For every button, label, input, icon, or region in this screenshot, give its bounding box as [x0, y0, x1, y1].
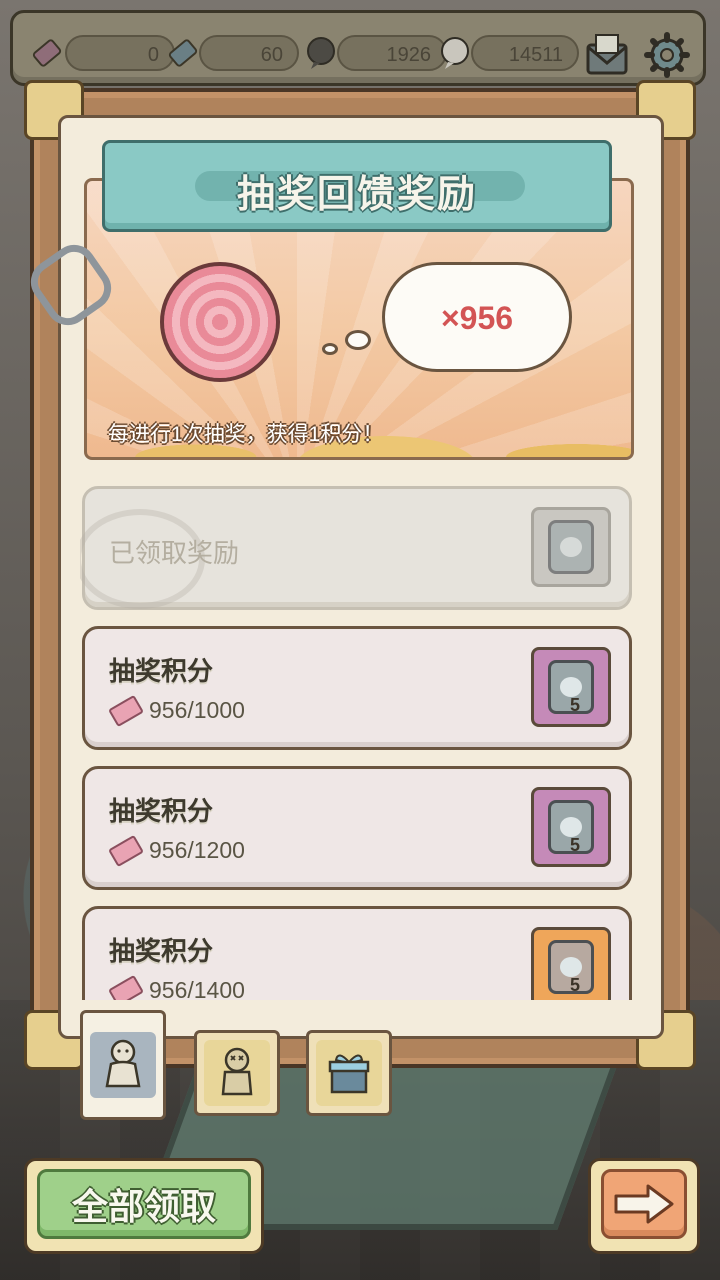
resource-pink-tickets: 0: [65, 35, 175, 71]
thought-bubble-dot: [322, 343, 338, 355]
reward-count: 5: [569, 695, 580, 715]
reward-card: 抽奖积分 956/1000 5: [82, 626, 632, 750]
reward-card: 抽奖积分 956/1200 5: [82, 766, 632, 890]
title-plate: 抽奖回馈奖励: [102, 140, 612, 232]
progress-text: 956/1400: [149, 977, 245, 1000]
gear-icon: [644, 32, 690, 78]
card-progress: 956/1400: [108, 974, 245, 1000]
reward-count: 5: [569, 835, 580, 855]
tab-voodoo-doll[interactable]: [80, 1010, 166, 1120]
resource-value: 14511: [508, 44, 563, 66]
page-title: 抽奖回馈奖励: [236, 174, 477, 216]
resource-value: 0: [147, 44, 159, 66]
reward-card: 抽奖积分 956/1400 5: [82, 906, 632, 1000]
lottery-wheel-icon: [160, 262, 280, 382]
tab-face: [316, 1040, 382, 1106]
claim-all-label: 全部领取: [37, 1169, 251, 1239]
banner-caption: 每进行1次抽奖，获得1积分！: [108, 423, 384, 446]
claim-all-button[interactable]: 全部领取: [24, 1158, 264, 1254]
ticket-icon: [108, 834, 144, 867]
resource-value: 60: [260, 44, 283, 66]
arrow-right-icon: [614, 1184, 674, 1224]
chest-icon: [548, 520, 594, 574]
progress-text: 956/1000: [149, 697, 245, 723]
grey-soul-icon: [435, 33, 475, 73]
mail-button[interactable]: [583, 31, 631, 79]
voodoo-doll-icon: [105, 1039, 141, 1088]
resource-grey-souls: 14511: [471, 35, 579, 71]
claimed-label: 已领取奖励: [109, 538, 240, 568]
reward-count: 5: [569, 975, 580, 995]
card-title: 抽奖积分: [109, 936, 214, 966]
mail-icon: [586, 34, 628, 75]
resource-blue-tickets: 60: [199, 35, 299, 71]
progress-text: 956/1200: [149, 837, 245, 863]
resource-bar: 0 60 1926 14511: [10, 10, 706, 86]
card-progress: 956/1200: [108, 834, 245, 867]
thought-bubble-dot: [345, 330, 371, 350]
tab-gift-box[interactable]: [306, 1030, 392, 1116]
pink-ticket-icon: [27, 33, 67, 73]
card-title: 抽奖积分: [109, 656, 214, 686]
resource-value: 1926: [386, 44, 432, 66]
reward-chest[interactable]: 5: [531, 787, 611, 867]
tab-face: [204, 1040, 270, 1106]
card-title: 抽奖积分: [109, 796, 214, 826]
gift-box-icon: [328, 1054, 370, 1094]
tab-face: [90, 1032, 156, 1098]
reward-chest[interactable]: 5: [531, 647, 611, 727]
reward-chest-claimed: [531, 507, 611, 587]
next-button[interactable]: [588, 1158, 700, 1254]
card-progress: 956/1000: [108, 694, 245, 727]
stitched-doll-icon: [221, 1047, 253, 1096]
reward-card-claimed: 已领取奖励: [80, 486, 632, 610]
settings-button[interactable]: [643, 31, 691, 79]
ticket-icon: [108, 694, 144, 727]
blue-ticket-icon: [163, 33, 203, 73]
tab-stitched-doll[interactable]: [194, 1030, 280, 1116]
points-count: ×956: [440, 300, 514, 336]
dark-soul-icon: [301, 33, 341, 73]
resource-dark-souls: 1926: [337, 35, 447, 71]
reward-chest[interactable]: 5: [531, 927, 611, 1000]
reward-list[interactable]: 已领取奖励 抽奖积分 956/1000 5 抽奖积分 956/1200 5 抽奖…: [80, 480, 640, 1000]
next-button-face: [601, 1169, 687, 1239]
ticket-icon: [108, 974, 144, 1000]
